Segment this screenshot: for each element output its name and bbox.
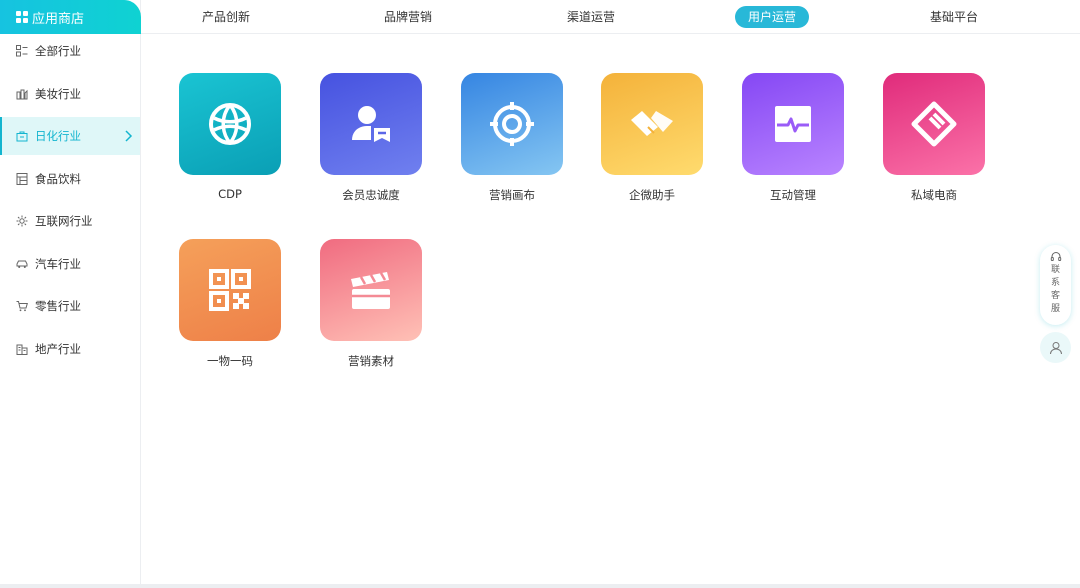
grid-icon — [16, 11, 28, 23]
app-store-title: 应用商店 — [32, 11, 85, 27]
target-icon — [490, 102, 534, 146]
sidebar-item-label: 地产行业 — [35, 342, 81, 356]
sidebar-item-label: 零售行业 — [35, 299, 81, 313]
app-label: 私域电商 — [911, 188, 957, 202]
sidebar-item-label: 互联网行业 — [35, 214, 93, 228]
sidebar-item-all[interactable]: 全部行业 — [0, 32, 140, 70]
member-icon — [352, 106, 390, 142]
app-label: CDP — [218, 187, 242, 201]
sidebar-item-retail[interactable]: 零售行业 — [0, 287, 140, 325]
pulse-icon — [775, 106, 811, 142]
sidebar: 应用商店 全部行业 美妆行业 日化行业 食品饮料 互联网行业 汽车行业 零售行业… — [0, 0, 141, 584]
tag-icon — [911, 101, 957, 147]
app-tile-one-item-one-code[interactable]: 一物一码 — [179, 239, 281, 368]
app-label: 企微助手 — [629, 188, 675, 202]
bag-icon — [16, 130, 28, 142]
clapper-icon — [351, 272, 390, 309]
tab-base-platform[interactable]: 基础平台 — [914, 6, 994, 28]
user-icon — [1049, 341, 1062, 354]
contact-service-label: 联系客服 — [1050, 265, 1060, 314]
app-tile-wecom-assistant[interactable]: 企微助手 — [601, 73, 703, 202]
building-icon — [16, 343, 28, 355]
app-tile-private-ecommerce[interactable]: 私域电商 — [883, 73, 985, 202]
sidebar-item-label: 全部行业 — [35, 44, 81, 58]
cosmetics-icon — [16, 88, 28, 100]
sidebar-item-label: 汽车行业 — [35, 257, 81, 271]
car-icon — [16, 258, 28, 270]
contact-service-button[interactable]: 联系客服 — [1040, 245, 1071, 325]
tab-channel-operation[interactable]: 渠道运营 — [551, 6, 631, 28]
cart-icon — [16, 300, 28, 312]
handshake-icon — [631, 111, 673, 136]
app-icon-box — [320, 73, 422, 175]
user-center-button[interactable] — [1040, 332, 1071, 363]
globe-icon — [209, 103, 251, 145]
app-icon-box — [742, 73, 844, 175]
sidebar-item-real-estate[interactable]: 地产行业 — [0, 330, 140, 368]
app-tile-member-loyalty[interactable]: 会员忠诚度 — [320, 73, 422, 202]
food-icon — [16, 173, 28, 185]
category-tabs: 产品创新 品牌营销 渠道运营 用户运营 基础平台 — [141, 0, 1080, 34]
sidebar-item-label: 食品饮料 — [35, 172, 81, 186]
app-icon-box — [883, 73, 985, 175]
app-label: 一物一码 — [207, 354, 253, 368]
sidebar-item-internet[interactable]: 互联网行业 — [0, 202, 140, 240]
app-icon-box — [461, 73, 563, 175]
app-tile-interaction-management[interactable]: 互动管理 — [742, 73, 844, 202]
chevron-right-icon — [125, 130, 133, 142]
app-label: 互动管理 — [770, 188, 816, 202]
sidebar-item-cosmetics[interactable]: 美妆行业 — [0, 75, 140, 113]
tab-brand-marketing[interactable]: 品牌营销 — [368, 6, 448, 28]
bottom-border — [0, 584, 1080, 588]
app-store-window: 应用商店 全部行业 美妆行业 日化行业 食品饮料 互联网行业 汽车行业 零售行业… — [0, 0, 1080, 584]
app-label: 营销素材 — [348, 354, 394, 368]
app-label: 营销画布 — [489, 188, 535, 202]
sidebar-item-daily-chemical[interactable]: 日化行业 — [0, 117, 140, 155]
app-store-header[interactable]: 应用商店 — [0, 0, 141, 34]
app-tile-marketing-canvas[interactable]: 营销画布 — [461, 73, 563, 202]
app-tile-cdp[interactable]: CDP — [179, 73, 281, 201]
headset-icon — [1050, 252, 1061, 261]
tab-product-innovation[interactable]: 产品创新 — [186, 6, 266, 28]
sidebar-item-auto[interactable]: 汽车行业 — [0, 245, 140, 283]
tab-user-operation[interactable]: 用户运营 — [735, 6, 809, 28]
app-tile-marketing-materials[interactable]: 营销素材 — [320, 239, 422, 368]
app-icon-box — [179, 73, 281, 175]
app-icon-box — [179, 239, 281, 341]
sidebar-item-label: 日化行业 — [35, 129, 81, 143]
list-icon — [16, 45, 28, 57]
app-icon-box — [601, 73, 703, 175]
network-icon — [16, 215, 28, 227]
qrcode-icon — [209, 269, 251, 311]
app-label: 会员忠诚度 — [342, 188, 400, 202]
app-icon-box — [320, 239, 422, 341]
sidebar-item-label: 美妆行业 — [35, 87, 81, 101]
sidebar-item-food[interactable]: 食品饮料 — [0, 160, 140, 198]
